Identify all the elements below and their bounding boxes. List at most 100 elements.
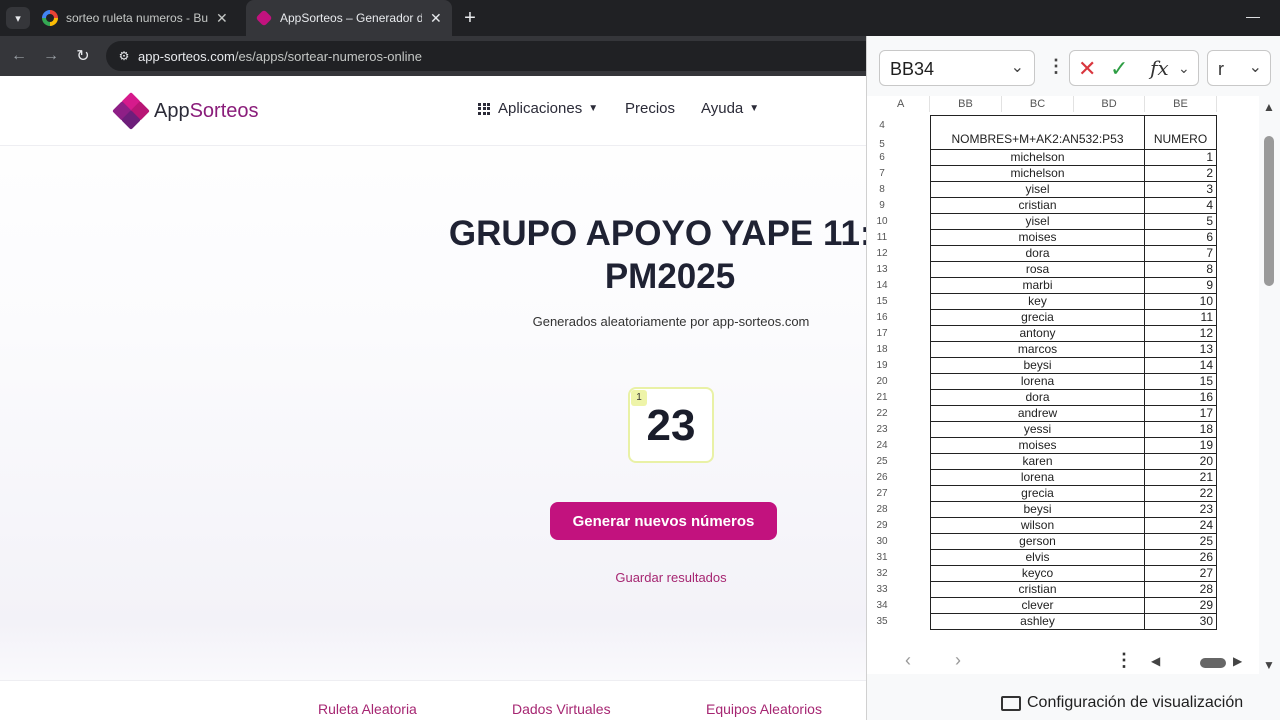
row-header[interactable]: 30 xyxy=(867,534,897,550)
cell-name[interactable]: lorena xyxy=(930,374,1145,390)
cell-name[interactable]: cristian xyxy=(930,198,1145,214)
cell-number[interactable]: 22 xyxy=(1145,486,1217,502)
row-header[interactable]: 11 xyxy=(867,230,897,246)
cell-name[interactable]: dora xyxy=(930,246,1145,262)
cell-name[interactable]: wilson xyxy=(930,518,1145,534)
cell-number[interactable]: 26 xyxy=(1145,550,1217,566)
close-tab-icon[interactable]: ✕ xyxy=(430,10,442,27)
row-header[interactable]: 7 xyxy=(867,166,897,182)
view-settings-button[interactable]: Configuración de visualización xyxy=(1001,694,1243,712)
row-header[interactable]: 32 xyxy=(867,566,897,582)
cell-name[interactable]: clever xyxy=(930,598,1145,614)
chevron-down-icon[interactable]: ⌄ xyxy=(1011,57,1024,77)
cell-number[interactable]: 8 xyxy=(1145,262,1217,278)
row-header[interactable]: 26 xyxy=(867,470,897,486)
name-box[interactable]: BB34 ⌄ xyxy=(879,50,1035,86)
column-header-bc[interactable]: BC xyxy=(1002,96,1074,112)
cell-name[interactable]: dora xyxy=(930,390,1145,406)
cell-number[interactable]: 10 xyxy=(1145,294,1217,310)
row-header[interactable]: 9 xyxy=(867,198,897,214)
row-header[interactable]: 19 xyxy=(867,358,897,374)
cell-name[interactable]: moises xyxy=(930,438,1145,454)
cell-name[interactable]: antony xyxy=(930,326,1145,342)
chevron-down-icon[interactable]: ⌄ xyxy=(1178,60,1190,77)
cell-number[interactable]: 7 xyxy=(1145,246,1217,262)
cell-name[interactable]: grecia xyxy=(930,310,1145,326)
scroll-up-icon[interactable]: ▲ xyxy=(1263,100,1275,114)
cell-name[interactable]: moises xyxy=(930,230,1145,246)
tab-search-chevron-icon[interactable]: ▾ xyxy=(6,7,30,29)
row-header[interactable]: 10 xyxy=(867,214,897,230)
formula-input[interactable]: r ⌄ xyxy=(1207,50,1271,86)
cell-name[interactable]: beysi xyxy=(930,502,1145,518)
row-header[interactable]: 21 xyxy=(867,390,897,406)
vertical-scrollbar[interactable]: ▲ ▼ xyxy=(1259,96,1280,674)
nav-aplicaciones[interactable]: Aplicaciones ▼ xyxy=(478,100,598,117)
column-header-be[interactable]: BE xyxy=(1145,96,1217,112)
scroll-thumb[interactable] xyxy=(1264,136,1274,286)
cell-number[interactable]: 21 xyxy=(1145,470,1217,486)
row-header[interactable]: 6 xyxy=(867,150,897,166)
cell-number[interactable]: 16 xyxy=(1145,390,1217,406)
row-header[interactable]: 8 xyxy=(867,182,897,198)
cancel-icon[interactable]: ✕ xyxy=(1078,56,1096,82)
cell-number[interactable]: 4 xyxy=(1145,198,1217,214)
row-header[interactable]: 27 xyxy=(867,486,897,502)
row-header[interactable]: 24 xyxy=(867,438,897,454)
row-header[interactable]: 25 xyxy=(867,454,897,470)
row-header[interactable]: 18 xyxy=(867,342,897,358)
row-header[interactable]: 33 xyxy=(867,582,897,598)
row-header[interactable]: 4 xyxy=(867,118,897,134)
footer-link-ruleta[interactable]: Ruleta Aleatoria xyxy=(318,701,417,717)
site-info-icon[interactable]: ⚙ xyxy=(116,48,132,64)
cell-name[interactable]: keyco xyxy=(930,566,1145,582)
cell-name[interactable]: andrew xyxy=(930,406,1145,422)
cell-number[interactable]: 15 xyxy=(1145,374,1217,390)
new-tab-plus-icon[interactable]: + xyxy=(458,6,482,30)
confirm-check-icon[interactable]: ✓ xyxy=(1110,56,1128,82)
cell-number[interactable]: 9 xyxy=(1145,278,1217,294)
row-header[interactable]: 22 xyxy=(867,406,897,422)
cell-name[interactable]: marcos xyxy=(930,342,1145,358)
more-options-icon[interactable]: ⋮ xyxy=(1047,56,1065,77)
cell-number[interactable]: 5 xyxy=(1145,214,1217,230)
spreadsheet-grid[interactable]: A BB BC BD BE 4 5 NOMBRES+M+AK2:AN532:P5… xyxy=(867,96,1259,674)
cell-number[interactable]: 3 xyxy=(1145,182,1217,198)
tab-appsorteos[interactable]: AppSorteos – Generador de Nú ✕ xyxy=(246,0,452,36)
cell-name[interactable]: key xyxy=(930,294,1145,310)
cell-number[interactable]: 14 xyxy=(1145,358,1217,374)
window-minimize-icon[interactable]: — xyxy=(1246,8,1260,24)
cell-name[interactable]: ashley xyxy=(930,614,1145,630)
cell-number[interactable]: 1 xyxy=(1145,150,1217,166)
row-header[interactable]: 14 xyxy=(867,278,897,294)
cell-name[interactable]: yisel xyxy=(930,182,1145,198)
row-header[interactable]: 28 xyxy=(867,502,897,518)
nav-precios[interactable]: Precios xyxy=(625,100,675,117)
cell-name[interactable]: michelson xyxy=(930,166,1145,182)
horizontal-scroll-thumb[interactable] xyxy=(1200,658,1226,668)
scroll-down-icon[interactable]: ▼ xyxy=(1263,658,1275,672)
prev-sheet-icon[interactable]: ‹ xyxy=(905,650,911,671)
cell-number[interactable]: 30 xyxy=(1145,614,1217,630)
scroll-left-icon[interactable]: ◀ xyxy=(1151,654,1160,668)
cell-name[interactable]: grecia xyxy=(930,486,1145,502)
back-arrow-icon[interactable]: ← xyxy=(8,45,30,67)
function-fx-icon[interactable]: fx xyxy=(1150,56,1169,80)
cell-name[interactable]: elvis xyxy=(930,550,1145,566)
cell-name[interactable]: marbi xyxy=(930,278,1145,294)
row-header[interactable]: 20 xyxy=(867,374,897,390)
cell-name[interactable]: gerson xyxy=(930,534,1145,550)
row-header[interactable]: 15 xyxy=(867,294,897,310)
reload-icon[interactable]: ↻ xyxy=(72,45,94,67)
cell-number[interactable]: 6 xyxy=(1145,230,1217,246)
row-header[interactable]: 13 xyxy=(867,262,897,278)
cell-number[interactable]: 19 xyxy=(1145,438,1217,454)
forward-arrow-icon[interactable]: → xyxy=(40,45,62,67)
cell-number[interactable]: 20 xyxy=(1145,454,1217,470)
close-tab-icon[interactable]: ✕ xyxy=(216,10,228,27)
tab-google-search[interactable]: sorteo ruleta numeros - Buscar ✕ xyxy=(32,0,244,36)
cell-number[interactable]: 27 xyxy=(1145,566,1217,582)
cell-number[interactable]: 13 xyxy=(1145,342,1217,358)
column-header-bb[interactable]: BB xyxy=(930,96,1002,112)
row-header[interactable]: 12 xyxy=(867,246,897,262)
